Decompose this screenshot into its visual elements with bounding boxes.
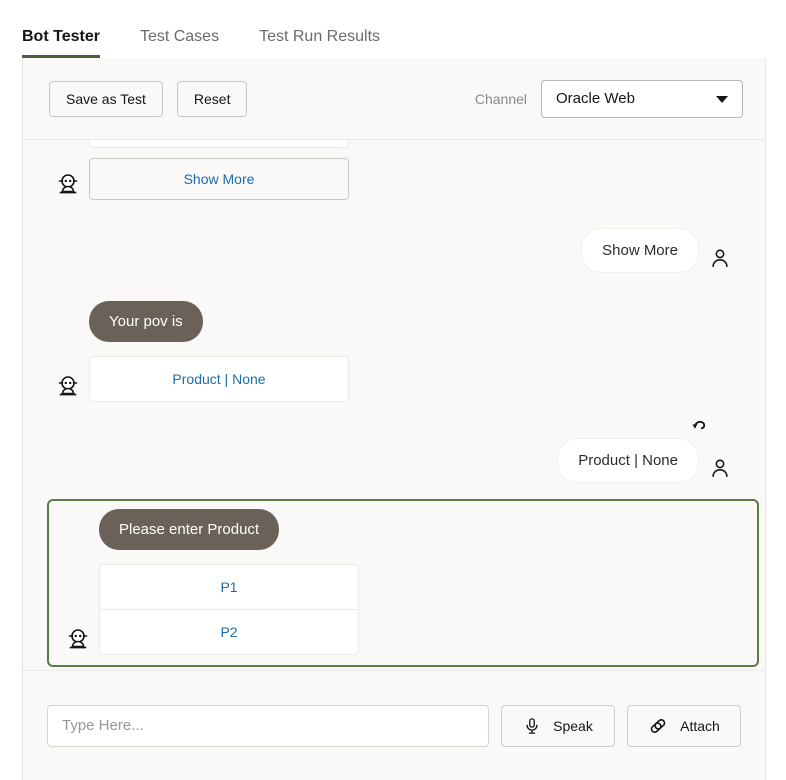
bot-avatar-icon <box>66 627 90 651</box>
microphone-icon <box>523 717 541 735</box>
message-row-bot-3: Please enter Product P1 P2 <box>57 509 747 655</box>
message-input[interactable] <box>47 705 489 747</box>
message-row-user-1: Show More <box>47 228 741 273</box>
focused-message-group: Please enter Product P1 P2 <box>47 499 759 667</box>
user-avatar-slot-1 <box>699 247 741 273</box>
bot-bubbles-1: Multi-GAAP | Operating Show More <box>89 140 349 200</box>
bot-bubbles-2: Your pov is Product | None <box>89 301 349 402</box>
chat-transcript: Multi-GAAP | Operating Show More Show Mo… <box>23 140 765 670</box>
message-row-bot-1: Multi-GAAP | Operating Show More <box>47 140 741 200</box>
bot-tester-panel: Save as Test Reset Channel Oracle Web <box>22 58 766 780</box>
link-icon <box>648 716 668 736</box>
user-avatar-icon <box>709 247 731 269</box>
channel-select-value: Oracle Web <box>556 90 635 107</box>
tab-test-run-results-label: Test Run Results <box>259 28 380 45</box>
bot-avatar-icon <box>56 172 80 196</box>
bot-avatar-slot-3 <box>57 627 99 655</box>
user-message-show-more: Show More <box>581 228 699 273</box>
bot-avatar-slot-1 <box>47 172 89 200</box>
retry-arrow-icon[interactable] <box>689 414 711 436</box>
message-row-user-2: Product | None <box>47 438 741 483</box>
speak-button[interactable]: Speak <box>501 705 615 747</box>
speak-button-label: Speak <box>553 718 593 734</box>
user-message-product-none: Product | None <box>557 438 699 483</box>
tab-bar: Bot Tester Test Cases Test Run Results <box>0 0 786 58</box>
bot-message-your-pov: Your pov is <box>89 301 203 342</box>
attach-button[interactable]: Attach <box>627 705 741 747</box>
attach-button-label: Attach <box>680 718 720 734</box>
user-avatar-icon <box>709 457 731 479</box>
tab-test-run-results[interactable]: Test Run Results <box>259 29 380 58</box>
channel-selector-group: Channel Oracle Web <box>475 80 743 118</box>
channel-label: Channel <box>475 91 527 107</box>
bot-avatar-slot-2 <box>47 374 89 402</box>
tab-test-cases[interactable]: Test Cases <box>140 29 219 58</box>
toolbar: Save as Test Reset Channel Oracle Web <box>23 58 765 140</box>
tab-test-cases-label: Test Cases <box>140 28 219 45</box>
save-as-test-button[interactable]: Save as Test <box>49 81 163 117</box>
message-composer: Speak Attach <box>23 670 765 780</box>
chevron-down-icon <box>716 96 728 103</box>
option-card-multi-gaap[interactable]: Multi-GAAP | Operating <box>89 140 349 148</box>
retry-row <box>47 414 741 436</box>
user-avatar-slot-2 <box>699 457 741 483</box>
message-row-bot-2: Your pov is Product | None <box>47 301 741 402</box>
tab-bot-tester-label: Bot Tester <box>22 28 100 45</box>
show-more-button-bot[interactable]: Show More <box>89 158 349 200</box>
option-card-p1[interactable]: P1 <box>99 564 359 610</box>
channel-select[interactable]: Oracle Web <box>541 80 743 118</box>
bot-tester-page: Bot Tester Test Cases Test Run Results S… <box>0 0 786 780</box>
option-card-product-none[interactable]: Product | None <box>89 356 349 402</box>
bot-message-please-enter-product: Please enter Product <box>99 509 279 550</box>
bot-avatar-icon <box>56 374 80 398</box>
bot-bubbles-3: Please enter Product P1 P2 <box>99 509 359 655</box>
option-card-p2[interactable]: P2 <box>99 610 359 655</box>
reset-button[interactable]: Reset <box>177 81 248 117</box>
tab-bot-tester[interactable]: Bot Tester <box>22 29 100 58</box>
